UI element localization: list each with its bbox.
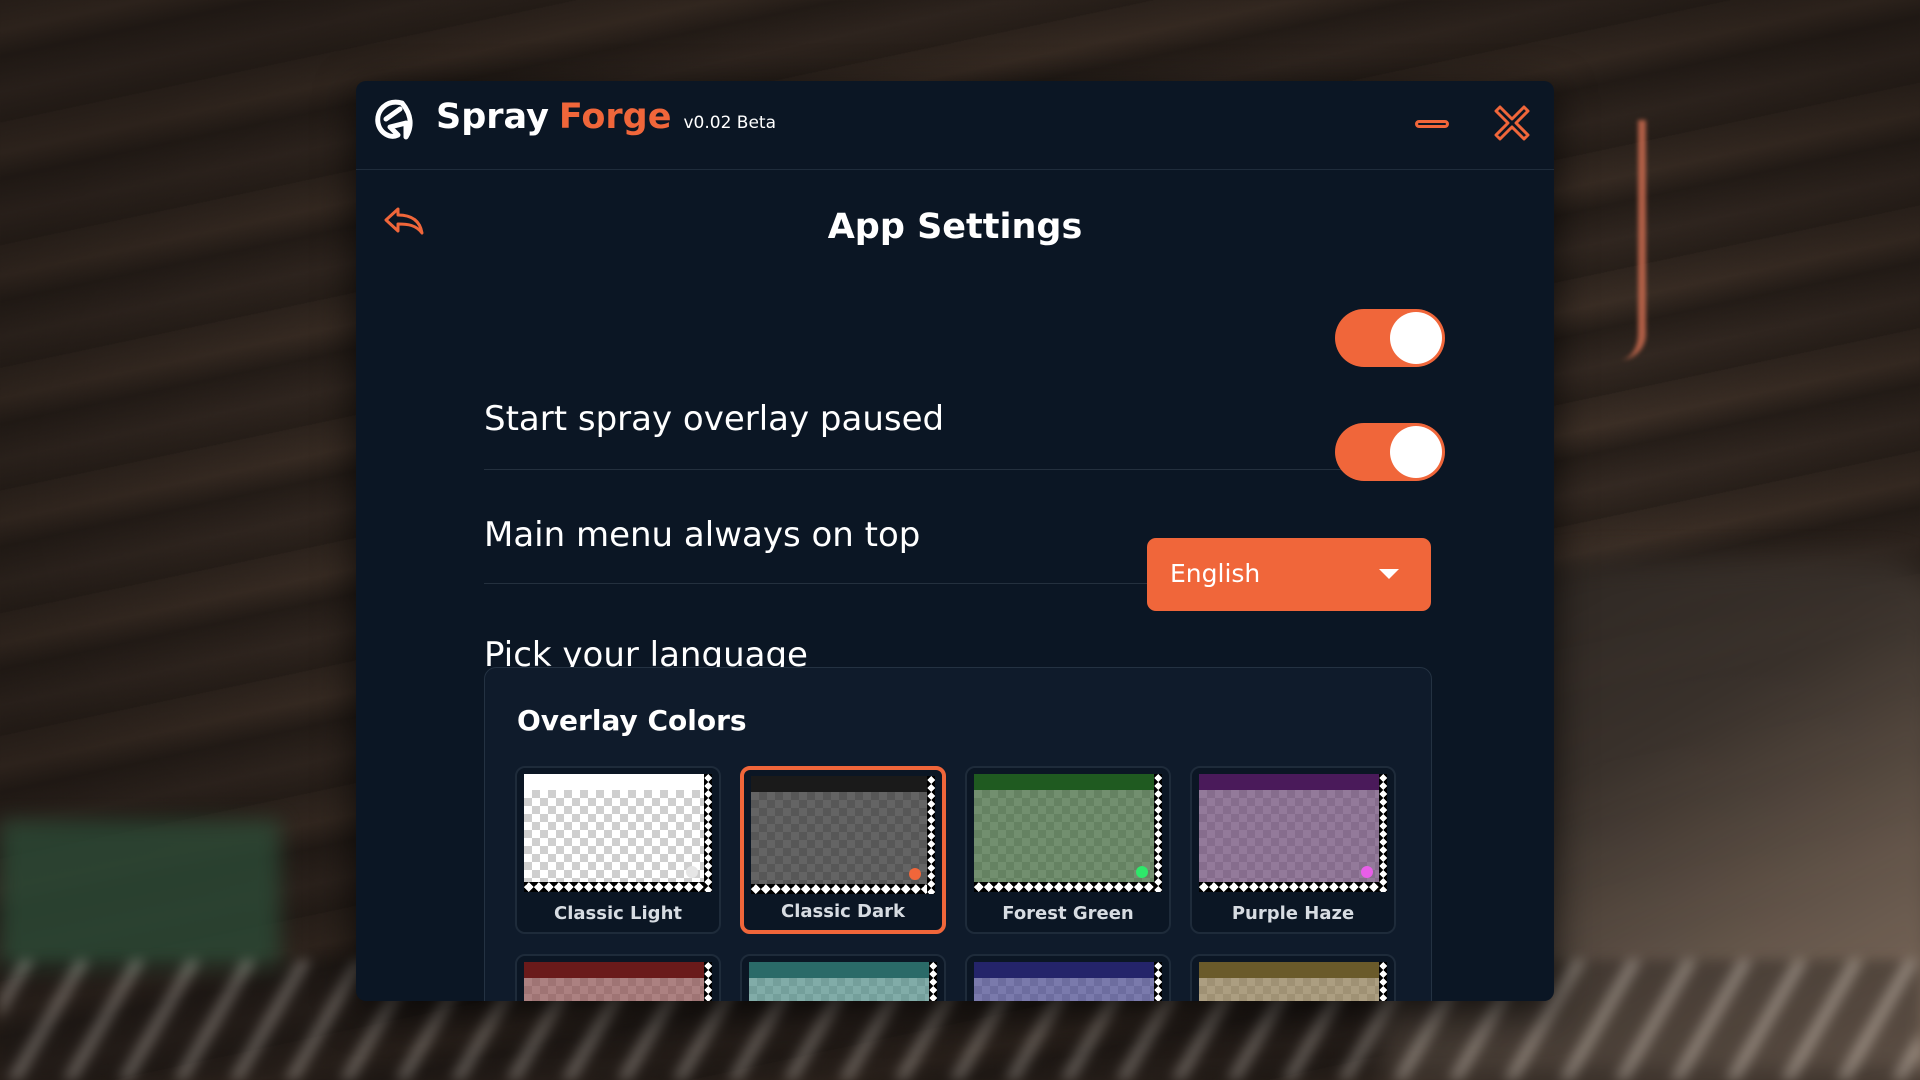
overlay-colors-panel: Overlay Colors Classic Light Classic Dark… [484,667,1432,1001]
swatch-top-bar [751,776,935,792]
swatch-top-bar [974,962,1162,978]
swatch-label: Classic Light [553,903,682,924]
background-scene-rope [1620,120,1646,360]
overlay-colors-title: Overlay Colors [517,704,747,737]
swatch-edge-right [704,774,712,892]
swatch-label: Classic Dark [781,901,905,922]
swatch-top-bar [524,962,712,978]
swatch-top-bar [524,774,712,790]
minimize-button[interactable] [1413,117,1453,133]
app-brand: Spray Forge v0.02 Beta [436,97,776,137]
overlay-color-swatch[interactable]: Purple Haze [1190,766,1396,934]
swatch-preview [1199,962,1387,1001]
overlay-color-swatch[interactable]: Classic Light [515,766,721,934]
swatch-label: Purple Haze [1231,903,1355,924]
swatch-tint [1199,774,1387,892]
swatch-indicator-dot [686,866,698,878]
swatch-edge-bottom [751,884,935,894]
start-paused-toggle[interactable] [1335,309,1445,367]
swatch-label: Forest Green [1002,903,1134,924]
start-paused-label: Start spray overlay paused [484,399,945,439]
app-name-spray: Spray [436,97,549,137]
swatch-edge-right [1379,774,1387,892]
swatch-preview [524,774,712,892]
swatch-tint [974,774,1162,892]
language-select[interactable]: English [1147,538,1431,611]
swatch-edge-bottom [974,882,1162,892]
always-on-top-toggle[interactable] [1335,423,1445,481]
overlay-color-swatch[interactable]: Forest Green [965,766,1171,934]
swatch-edge-right [1379,962,1387,1001]
close-icon [1494,105,1530,141]
swatch-preview [751,776,935,894]
swatch-edge-right [1154,962,1162,1001]
swatch-edge-bottom [524,882,712,892]
page-title: App Settings [827,207,1083,247]
title-bar[interactable]: Spray Forge v0.02 Beta [356,81,1554,170]
swatch-tint [751,776,935,894]
overlay-color-swatch[interactable] [740,954,946,1001]
overlay-color-swatch[interactable] [1190,954,1396,1001]
background-scene-green [0,820,280,970]
swatch-edge-bottom [1199,882,1387,892]
overlay-color-swatch[interactable]: Classic Dark [740,766,946,934]
swatch-preview [974,774,1162,892]
swatch-edge-right [704,962,712,1001]
swatch-indicator-dot [1136,866,1148,878]
overlay-color-swatch[interactable] [515,954,721,1001]
toggle-knob [1390,426,1442,478]
spray-forge-logo-icon [375,99,413,140]
swatch-edge-right [929,962,937,1001]
language-select-value: English [1170,559,1261,588]
swatch-indicator-dot [1361,866,1373,878]
swatch-preview [1199,774,1387,892]
app-version: v0.02 Beta [683,113,777,133]
swatch-preview [974,962,1162,1001]
swatch-tint [524,774,712,892]
swatch-top-bar [974,774,1162,790]
close-button[interactable] [1492,103,1532,143]
swatch-top-bar [1199,962,1387,978]
swatch-preview [749,962,937,1001]
swatch-top-bar [749,962,937,978]
swatch-edge-right [927,776,935,894]
chevron-down-icon [1379,569,1399,579]
toggle-knob [1390,312,1442,364]
swatch-top-bar [1199,774,1387,790]
setting-row-start-paused: Start spray overlay paused [484,351,1430,470]
swatch-edge-right [1154,774,1162,892]
overlay-color-swatch[interactable] [965,954,1171,1001]
swatch-indicator-dot [909,868,921,880]
app-name-forge: Forge [558,97,672,137]
swatch-preview [524,962,712,1001]
always-on-top-label: Main menu always on top [484,515,921,555]
